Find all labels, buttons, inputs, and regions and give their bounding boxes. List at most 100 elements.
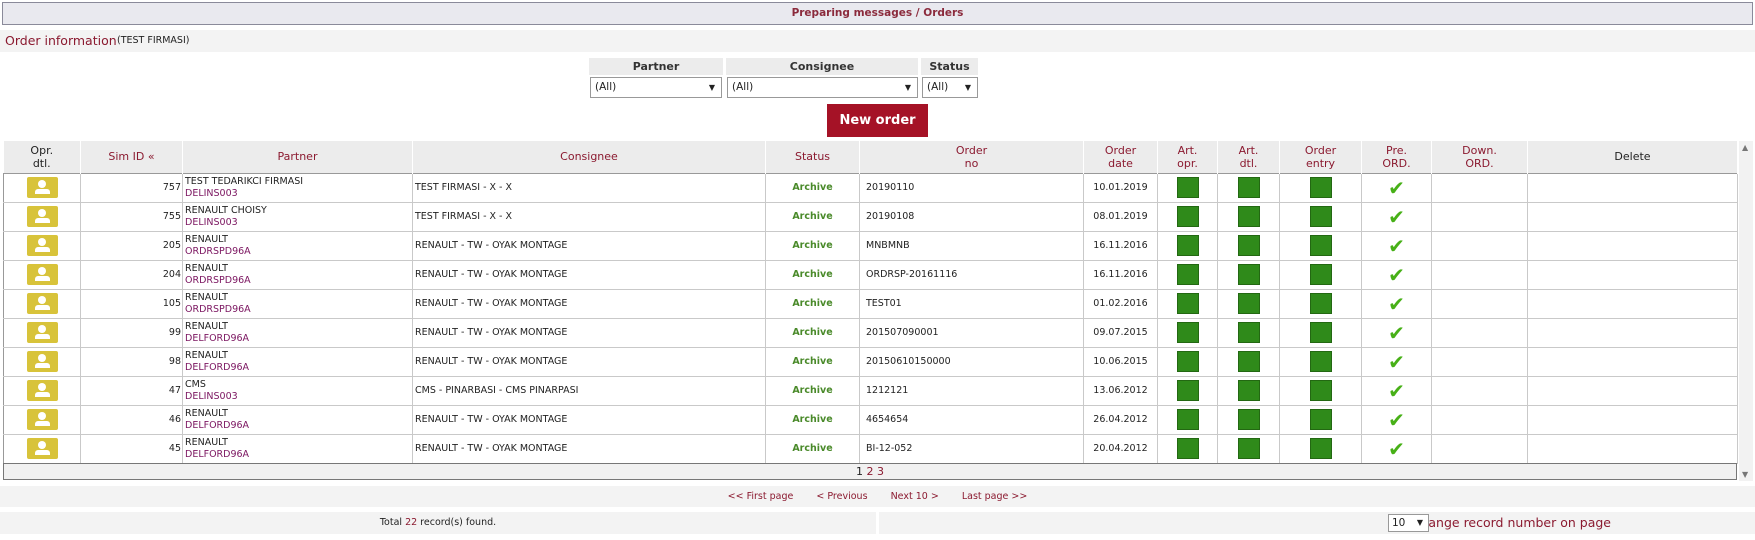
col-order-date[interactable]: Order date <box>1083 141 1158 173</box>
user-detail-icon[interactable] <box>26 177 58 198</box>
user-detail-icon[interactable] <box>26 438 58 459</box>
art-opr-icon[interactable] <box>1176 322 1199 343</box>
partner-cell: RENAULT ORDRSPD96A <box>182 289 413 319</box>
down-ord-cell <box>1431 376 1528 406</box>
grid-scrollbar[interactable]: ▲ ▼ <box>1739 141 1753 481</box>
partner-cell: RENAULT CHOISY DELINS003 <box>182 202 413 232</box>
art-dtl-icon[interactable] <box>1237 351 1260 372</box>
art-opr-icon[interactable] <box>1176 206 1199 227</box>
page-numbers: 1 2 3 <box>3 463 1737 480</box>
consignee-cell: RENAULT - TW - OYAK MONTAGE <box>412 231 766 261</box>
art-dtl-icon[interactable] <box>1237 322 1260 343</box>
previous-page-link[interactable]: < Previous <box>816 491 867 502</box>
partner-select[interactable]: (All) ▼ <box>590 77 722 98</box>
user-detail-icon[interactable] <box>26 264 58 285</box>
user-detail-icon[interactable] <box>26 322 58 343</box>
order-entry-icon[interactable] <box>1309 206 1332 227</box>
order-entry-cell <box>1279 376 1362 406</box>
art-dtl-icon[interactable] <box>1237 235 1260 256</box>
col-status[interactable]: Status <box>765 141 860 173</box>
scroll-up-icon[interactable]: ▲ <box>1742 143 1748 152</box>
down-ord-cell <box>1431 347 1528 377</box>
check-icon[interactable]: ✔ <box>1388 178 1405 198</box>
order-entry-icon[interactable] <box>1309 264 1332 285</box>
check-icon[interactable]: ✔ <box>1388 236 1405 256</box>
next-page-link[interactable]: Next 10 > <box>891 491 939 502</box>
page-3-link[interactable]: 3 <box>877 465 884 478</box>
art-opr-icon[interactable] <box>1176 351 1199 372</box>
check-icon[interactable]: ✔ <box>1388 207 1405 227</box>
art-opr-icon[interactable] <box>1176 264 1199 285</box>
user-detail-icon[interactable] <box>26 235 58 256</box>
art-opr-icon[interactable] <box>1176 380 1199 401</box>
col-consignee[interactable]: Consignee <box>412 141 766 173</box>
art-dtl-icon[interactable] <box>1237 438 1260 459</box>
pre-ord-cell: ✔ <box>1361 347 1432 377</box>
art-opr-icon[interactable] <box>1176 438 1199 459</box>
user-detail-icon[interactable] <box>26 380 58 401</box>
new-order-button[interactable]: New order <box>827 104 928 137</box>
order-entry-cell <box>1279 260 1362 290</box>
check-icon[interactable]: ✔ <box>1388 439 1405 459</box>
user-detail-icon[interactable] <box>26 351 58 372</box>
opr-dtl-cell <box>3 405 81 435</box>
last-page-link[interactable]: Last page >> <box>962 491 1027 502</box>
partner-code: ORDRSPD96A <box>185 274 251 286</box>
art-dtl-icon[interactable] <box>1237 264 1260 285</box>
user-detail-icon[interactable] <box>26 293 58 314</box>
col-delete: Delete <box>1527 141 1738 173</box>
order-entry-icon[interactable] <box>1309 177 1332 198</box>
check-icon[interactable]: ✔ <box>1388 381 1405 401</box>
down-ord-cell <box>1431 405 1528 435</box>
art-opr-icon[interactable] <box>1176 409 1199 430</box>
col-art-dtl: Art. dtl. <box>1217 141 1280 173</box>
art-dtl-icon[interactable] <box>1237 380 1260 401</box>
order-entry-icon[interactable] <box>1309 409 1332 430</box>
art-dtl-icon[interactable] <box>1237 409 1260 430</box>
page-size-select[interactable]: 10 ▼ <box>1388 514 1429 532</box>
order-entry-cell <box>1279 289 1362 319</box>
pre-ord-cell: ✔ <box>1361 376 1432 406</box>
scroll-down-icon[interactable]: ▼ <box>1742 470 1748 479</box>
user-detail-icon[interactable] <box>26 409 58 430</box>
art-dtl-cell <box>1217 260 1280 290</box>
check-icon[interactable]: ✔ <box>1388 410 1405 430</box>
table-row: 757 TEST TEDARIKCI FIRMASI DELINS003 TEST F… <box>3 172 1738 203</box>
order-entry-icon[interactable] <box>1309 380 1332 401</box>
order-entry-icon[interactable] <box>1309 293 1332 314</box>
art-dtl-icon[interactable] <box>1237 206 1260 227</box>
status-cell: Archive <box>765 347 860 377</box>
chevron-down-icon: ▼ <box>708 83 715 92</box>
art-opr-icon[interactable] <box>1176 293 1199 314</box>
check-icon[interactable]: ✔ <box>1388 294 1405 314</box>
page-2-link[interactable]: 2 <box>867 465 874 478</box>
art-opr-icon[interactable] <box>1176 177 1199 198</box>
first-page-link[interactable]: << First page <box>728 491 794 502</box>
order-entry-icon[interactable] <box>1309 322 1332 343</box>
col-order-no[interactable]: Order no <box>859 141 1084 173</box>
page-1-link[interactable]: 1 <box>856 465 863 478</box>
user-detail-icon[interactable] <box>26 206 58 227</box>
art-opr-icon[interactable] <box>1176 235 1199 256</box>
order-no-cell: 20190110 <box>859 172 1084 203</box>
partner-cell: CMS DELINS003 <box>182 376 413 406</box>
order-entry-icon[interactable] <box>1309 235 1332 256</box>
order-date-cell: 08.01.2019 <box>1083 202 1158 232</box>
col-partner[interactable]: Partner <box>182 141 413 173</box>
check-icon[interactable]: ✔ <box>1388 323 1405 343</box>
order-entry-icon[interactable] <box>1309 351 1332 372</box>
art-dtl-icon[interactable] <box>1237 177 1260 198</box>
order-entry-icon[interactable] <box>1309 438 1332 459</box>
sim-id-cell: 755 <box>80 202 183 232</box>
check-icon[interactable]: ✔ <box>1388 352 1405 372</box>
partner-name: RENAULT <box>185 233 228 245</box>
status-select[interactable]: (All) ▼ <box>922 77 978 98</box>
pre-ord-cell: ✔ <box>1361 318 1432 348</box>
art-dtl-icon[interactable] <box>1237 293 1260 314</box>
col-sim-id[interactable]: Sim ID « <box>80 141 183 173</box>
pre-ord-cell: ✔ <box>1361 405 1432 435</box>
check-icon[interactable]: ✔ <box>1388 265 1405 285</box>
chevron-down-icon: ▼ <box>904 83 911 92</box>
consignee-select[interactable]: (All) ▼ <box>727 77 918 98</box>
consignee-cell: CMS - PINARBASI - CMS PINARPASI <box>412 376 766 406</box>
